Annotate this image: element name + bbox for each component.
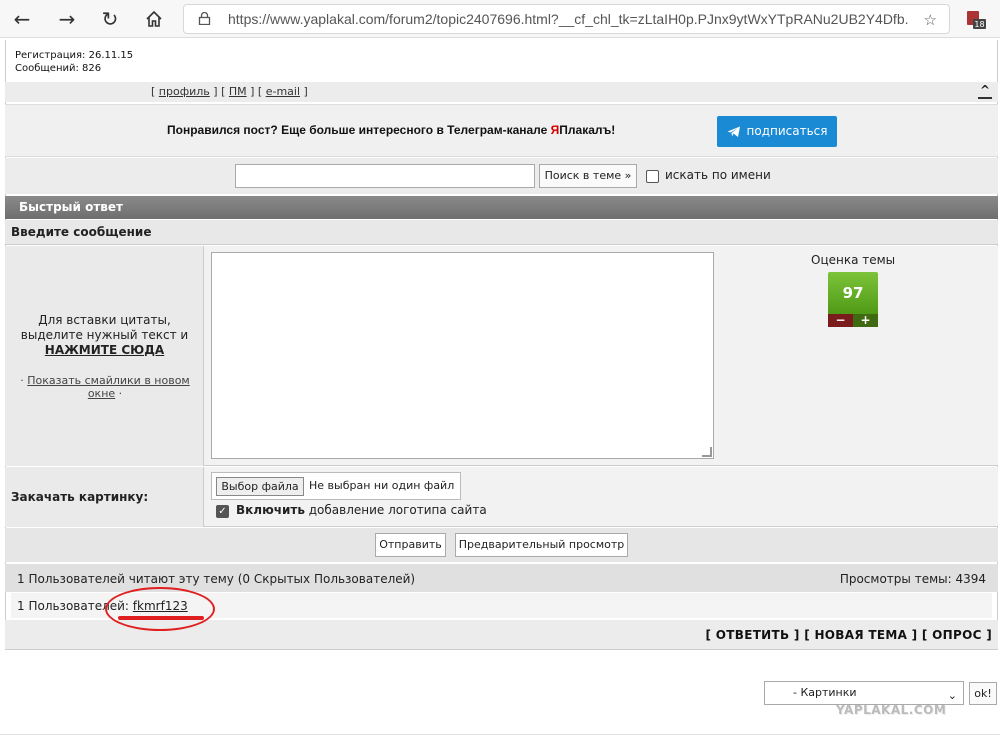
pm-link[interactable]: ПМ xyxy=(229,85,247,98)
scroll-top-button[interactable]: ^ xyxy=(977,84,992,99)
smiles-link-block: · Показать смайлики в новом окне · xyxy=(20,374,190,400)
ok-button[interactable]: ok! xyxy=(969,682,997,705)
logo-checkbox[interactable]: ✓ xyxy=(216,505,229,518)
new-topic-link[interactable]: [ НОВАЯ ТЕМА ] xyxy=(804,628,917,642)
logo-label: Включить добавление логотипа сайта xyxy=(236,503,487,517)
rating-plus-button[interactable]: + xyxy=(853,314,878,327)
show-smiles-link[interactable]: Показать смайлики в новом окне xyxy=(27,374,189,400)
subscribe-button[interactable]: подписаться xyxy=(717,116,837,147)
preview-button[interactable]: Предварительный просмотр xyxy=(455,533,628,557)
extension-icon[interactable]: 18 xyxy=(964,8,986,30)
user-info: Регистрация: 26.11.15 Сообщений: 826 xyxy=(15,49,133,75)
email-link[interactable]: e-mail xyxy=(266,85,300,98)
promo-text: Понравился пост? Еще больше интересного … xyxy=(167,123,616,137)
topic-actions: [ ОТВЕТИТЬ ] [ НОВАЯ ТЕМА ] [ ОПРОС ] xyxy=(706,628,993,642)
image-upload-row: Закачать картинку: Выбор файла Не выбран… xyxy=(5,467,998,527)
annotation-circle xyxy=(105,587,215,631)
readers-count: 1 Пользователей читают эту тему (0 Скрыт… xyxy=(17,572,416,586)
send-button[interactable]: Отправить xyxy=(375,533,446,557)
lock-icon xyxy=(198,12,211,25)
forward-icon[interactable]: → xyxy=(55,7,79,31)
message-count: Сообщений: 826 xyxy=(15,63,102,74)
forum-select[interactable]: - Картинки ⌄ xyxy=(764,681,964,705)
reload-icon[interactable]: ↻ xyxy=(98,7,122,31)
address-bar[interactable]: https://www.yaplakal.com/forum2/topic240… xyxy=(183,4,950,34)
browser-toolbar: ← → ↻ https://www.yaplakal.com/forum2/to… xyxy=(0,0,1000,38)
quick-reply-header: Быстрый ответ xyxy=(5,196,998,219)
rating-label: Оценка темы xyxy=(811,253,896,267)
add-favorite-icon[interactable]: ☆ xyxy=(924,11,937,29)
back-icon[interactable]: ← xyxy=(10,7,34,31)
chevron-down-icon: ⌄ xyxy=(947,689,957,702)
profile-links-row: [ профиль ] [ ПМ ] [ e-mail ] ^ xyxy=(5,82,998,102)
upload-label: Закачать картинку: xyxy=(5,467,204,527)
choose-file-button[interactable]: Выбор файла xyxy=(216,477,304,496)
rating-value: 97 xyxy=(828,272,878,314)
message-textarea[interactable] xyxy=(211,252,714,459)
no-file-text: Не выбран ни один файл xyxy=(309,479,455,492)
rating-minus-button[interactable]: − xyxy=(828,314,853,327)
rating-controls: − + xyxy=(828,314,878,327)
url-text: https://www.yaplakal.com/forum2/topic240… xyxy=(228,11,908,27)
submit-row: Отправить Предварительный просмотр xyxy=(5,528,998,562)
home-icon[interactable] xyxy=(142,7,166,31)
search-input[interactable] xyxy=(235,164,535,188)
quote-help: Для вставки цитаты, выделите нужный текс… xyxy=(5,246,204,466)
profile-link[interactable]: профиль xyxy=(159,85,210,98)
reply-body: Для вставки цитаты, выделите нужный текс… xyxy=(5,246,998,466)
annotation-underline xyxy=(118,616,204,620)
topic-search: Поиск в теме » искать по имени xyxy=(5,158,998,194)
search-by-name-label: искать по имени xyxy=(665,168,771,182)
site-watermark: YAPLAKAL.COM xyxy=(836,703,947,717)
telegram-icon xyxy=(727,126,740,137)
reply-link[interactable]: [ ОТВЕТИТЬ ] xyxy=(706,628,800,642)
file-input[interactable]: Выбор файла Не выбран ни один файл xyxy=(211,472,461,500)
bottom-divider xyxy=(0,734,1000,735)
enter-message-label: Введите сообщение xyxy=(5,220,998,245)
quote-help-text: Для вставки цитаты, выделите нужный текс… xyxy=(20,313,189,357)
search-by-name-checkbox[interactable] xyxy=(646,170,659,183)
poll-link[interactable]: [ ОПРОС ] xyxy=(922,628,992,642)
search-button[interactable]: Поиск в теме » xyxy=(539,164,637,188)
telegram-promo: Понравился пост? Еще больше интересного … xyxy=(5,104,998,157)
profile-links: [ профиль ] [ ПМ ] [ e-mail ] xyxy=(151,85,308,98)
extension-badge: 18 xyxy=(974,20,984,29)
quote-click-here[interactable]: НАЖМИТЕ СЮДА xyxy=(45,343,164,357)
registration-date: Регистрация: 26.11.15 xyxy=(15,50,134,61)
topic-views: Просмотры темы: 4394 xyxy=(839,572,986,586)
